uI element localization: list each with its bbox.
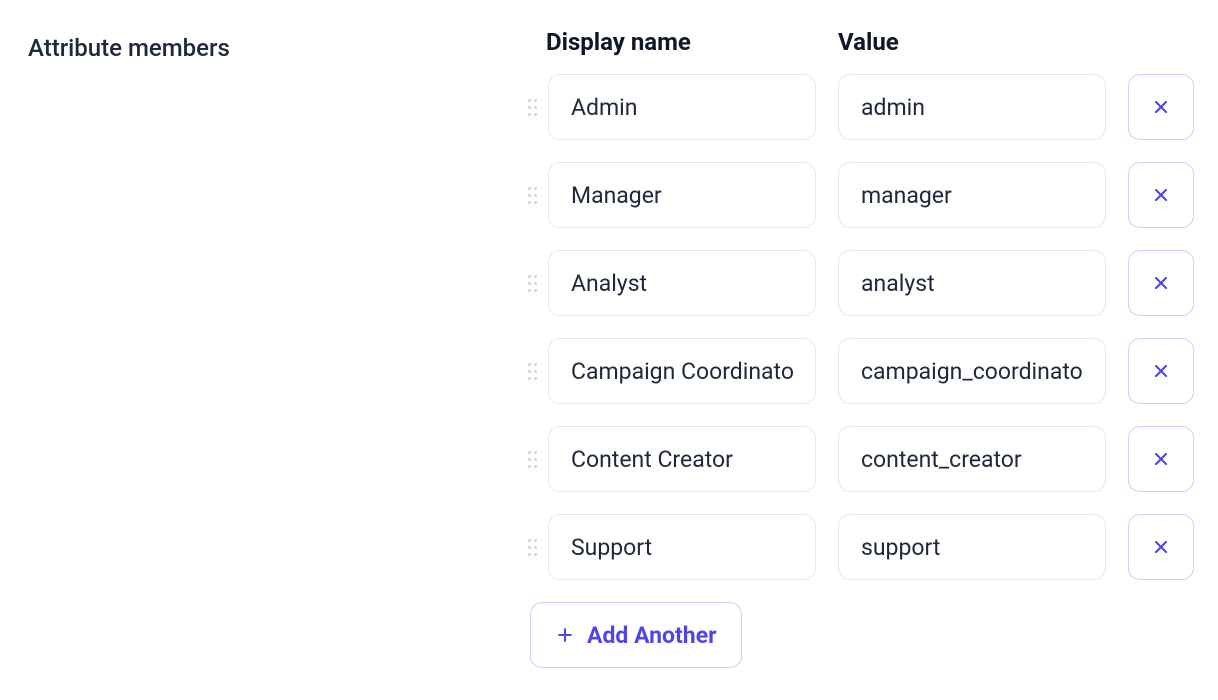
attribute-row	[528, 338, 1194, 404]
attribute-row	[528, 514, 1194, 580]
drag-handle-icon[interactable]	[528, 275, 536, 292]
drag-handle-icon[interactable]	[528, 363, 536, 380]
section-label: Attribute members	[28, 28, 508, 62]
attribute-row	[528, 250, 1194, 316]
remove-row-button[interactable]	[1128, 338, 1194, 404]
display-name-input[interactable]	[548, 250, 816, 316]
close-icon	[1151, 537, 1171, 557]
value-input[interactable]	[838, 162, 1106, 228]
add-another-label: Add Another	[587, 622, 717, 649]
plus-icon	[555, 625, 575, 645]
close-icon	[1151, 97, 1171, 117]
close-icon	[1151, 273, 1171, 293]
value-input[interactable]	[838, 514, 1106, 580]
attribute-row	[528, 74, 1194, 140]
value-input[interactable]	[838, 338, 1106, 404]
attribute-row	[528, 426, 1194, 492]
add-another-button[interactable]: Add Another	[530, 602, 742, 668]
display-name-input[interactable]	[548, 338, 816, 404]
value-input[interactable]	[838, 250, 1106, 316]
attribute-row	[528, 162, 1194, 228]
display-name-input[interactable]	[548, 426, 816, 492]
drag-handle-icon[interactable]	[528, 187, 536, 204]
remove-row-button[interactable]	[1128, 426, 1194, 492]
drag-handle-icon[interactable]	[528, 451, 536, 468]
close-icon	[1151, 361, 1171, 381]
drag-handle-icon[interactable]	[528, 99, 536, 116]
remove-row-button[interactable]	[1128, 514, 1194, 580]
remove-row-button[interactable]	[1128, 162, 1194, 228]
remove-row-button[interactable]	[1128, 74, 1194, 140]
remove-row-button[interactable]	[1128, 250, 1194, 316]
value-input[interactable]	[838, 74, 1106, 140]
value-input[interactable]	[838, 426, 1106, 492]
column-header-display-name: Display name	[546, 28, 816, 56]
close-icon	[1151, 449, 1171, 469]
column-headers: Display name Value	[528, 28, 1194, 56]
display-name-input[interactable]	[548, 74, 816, 140]
column-header-value: Value	[838, 28, 1108, 56]
display-name-input[interactable]	[548, 162, 816, 228]
drag-handle-icon[interactable]	[528, 539, 536, 556]
display-name-input[interactable]	[548, 514, 816, 580]
close-icon	[1151, 185, 1171, 205]
